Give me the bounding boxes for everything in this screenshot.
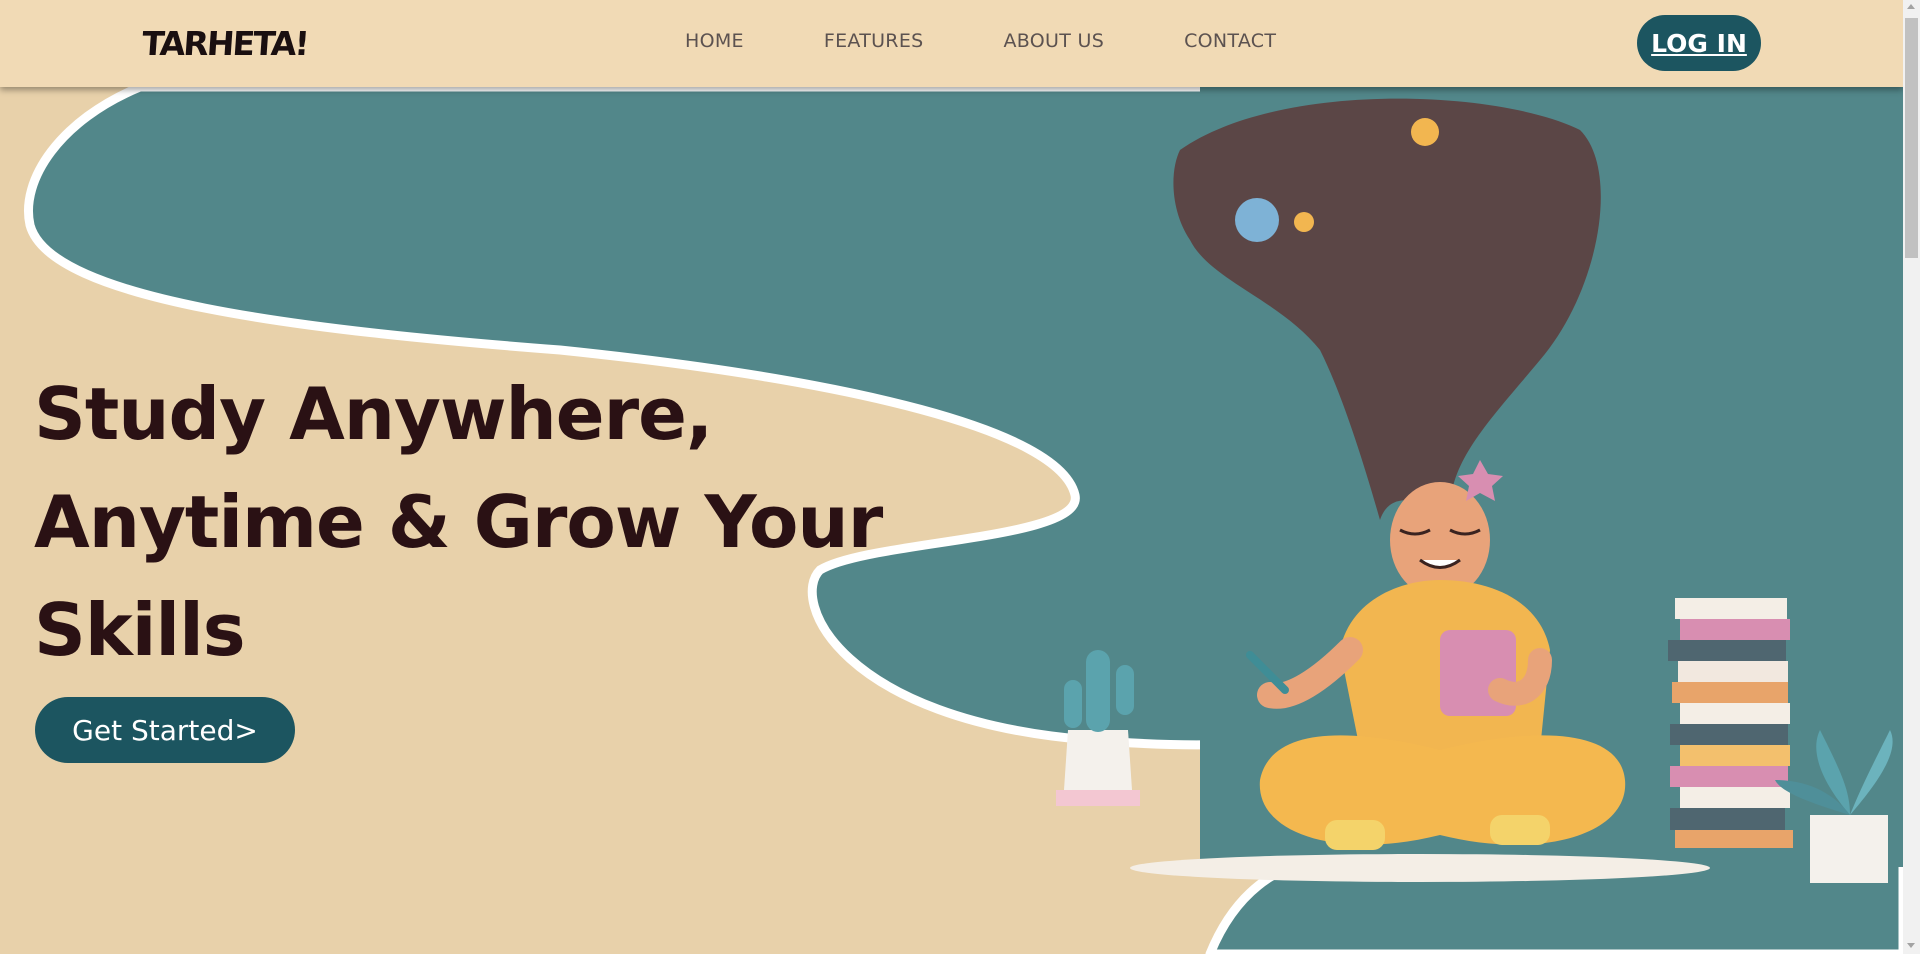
login-button[interactable]: LOG IN (1637, 15, 1761, 71)
book-stack (1668, 598, 1793, 848)
page: TARHETA! HOME FEATURES ABOUT US CONTACT … (0, 0, 1903, 954)
apple-icon (1411, 118, 1439, 146)
get-started-button[interactable]: Get Started> (35, 697, 295, 763)
nav-features[interactable]: FEATURES (824, 30, 924, 52)
cactus-plant (1056, 650, 1140, 806)
vertical-scrollbar[interactable] (1903, 0, 1920, 954)
floor-mat (1130, 854, 1710, 882)
scroll-down-arrow-icon[interactable] (1907, 943, 1915, 948)
nav-about-us[interactable]: ABOUT US (1003, 30, 1104, 52)
globe-icon (1235, 198, 1279, 242)
headline-line-2: Anytime & Grow Your (34, 480, 883, 564)
pants (1259, 735, 1626, 845)
potted-plant (1775, 730, 1893, 883)
scroll-thumb[interactable] (1905, 18, 1918, 258)
headline-line-1: Study Anywhere, (34, 372, 713, 456)
scroll-up-arrow-icon[interactable] (1907, 4, 1915, 9)
navbar: TARHETA! HOME FEATURES ABOUT US CONTACT … (0, 0, 1903, 87)
nav-contact[interactable]: CONTACT (1184, 30, 1276, 52)
hero-headline: Study Anywhere, Anytime & Grow Your Skil… (34, 360, 1014, 684)
ball-icon (1294, 212, 1314, 232)
headline-line-3: Skills (34, 588, 246, 672)
hair-shape (1173, 98, 1601, 520)
logo[interactable]: TARHETA! (141, 24, 309, 63)
nav-home[interactable]: HOME (685, 30, 744, 52)
student-illustration (1056, 98, 1893, 883)
nav-links: HOME FEATURES ABOUT US CONTACT (685, 30, 1356, 52)
